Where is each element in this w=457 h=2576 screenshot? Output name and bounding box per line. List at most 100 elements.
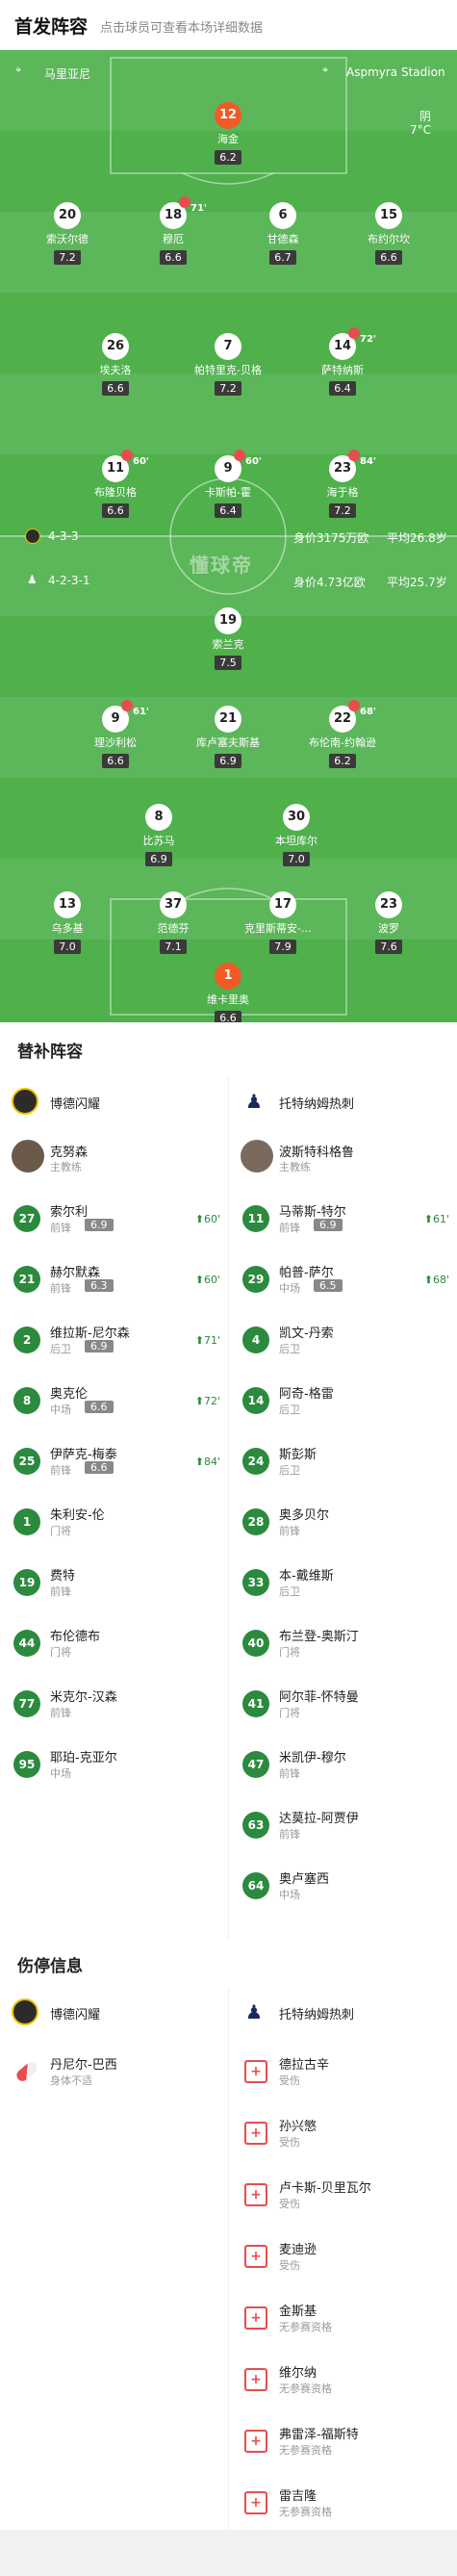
sub-player-row[interactable]: 64 奥卢塞西 中场	[229, 1855, 457, 1916]
sub-number: 1	[13, 1508, 40, 1535]
player-card[interactable]: 8 比苏马 6.9	[120, 804, 197, 866]
player-card[interactable]: 13 乌多基 7.0	[29, 891, 106, 954]
player-card[interactable]: 11 60' 布隆贝格 6.6	[77, 450, 154, 518]
subs-title: 替补阵容	[17, 1043, 83, 1062]
player-rating: 7.1	[160, 940, 187, 954]
sub-name: 米凯伊-穆尔	[279, 1751, 346, 1765]
player-number: 15	[375, 202, 402, 229]
sub-out-icon	[121, 450, 133, 461]
sub-number: 28	[242, 1508, 269, 1535]
injury-row[interactable]: + 弗雷泽-福斯特 无参赛资格	[229, 2410, 457, 2472]
sub-player-row[interactable]: 2 维拉斯-尼尔森 后卫 6.9 ⬆71'	[0, 1309, 228, 1370]
sub-player-row[interactable]: 1 朱利安-伦 门将	[0, 1491, 228, 1552]
injury-row[interactable]: + 麦迪逊 受伤	[229, 2226, 457, 2287]
injury-row[interactable]: + 德拉古辛 受伤	[229, 2041, 457, 2102]
player-card[interactable]: 9 60' 卡斯帕-霍 6.4	[190, 450, 267, 518]
sub-position: 门将	[50, 1646, 71, 1659]
player-card[interactable]: 37 范德芬 7.1	[135, 891, 212, 954]
sub-player-row[interactable]: 27 索尔利 前锋 6.9 ⬆60'	[0, 1188, 228, 1249]
sub-player-row[interactable]: 19 费特 前锋	[0, 1552, 228, 1612]
sub-position: 门将	[279, 1646, 300, 1659]
player-name: 理沙利松	[94, 736, 137, 749]
sub-number: 95	[13, 1751, 40, 1778]
player-card[interactable]: 21 库卢塞夫斯基 6.9	[190, 706, 267, 768]
player-card[interactable]: 22 68' 布伦南-约翰逊 6.2	[304, 700, 381, 768]
sub-position: 后卫	[279, 1464, 300, 1477]
away-coach[interactable]: 波斯特科格鲁 主教练	[229, 1128, 457, 1184]
player-card[interactable]: 18 71' 穆厄 6.6	[135, 196, 212, 265]
injury-row[interactable]: + 卢卡斯-贝里瓦尔 受伤	[229, 2164, 457, 2226]
sub-player-row[interactable]: 77 米克尔-汉森 前锋	[0, 1673, 228, 1734]
player-card[interactable]: 15 布约尔坎 6.6	[350, 202, 427, 265]
away-team-logo: ♟	[241, 1998, 267, 2025]
injury-row[interactable]: + 孙兴慜 受伤	[229, 2102, 457, 2164]
player-card[interactable]: 23 84' 海于格 7.2	[304, 450, 381, 518]
sub-player-row[interactable]: 63 达莫拉-阿贾伊 前锋	[229, 1794, 457, 1855]
injury-title: 伤停信息	[17, 1957, 83, 1976]
player-number: 30	[283, 804, 310, 831]
sub-player-row[interactable]: 11 马蒂斯-特尔 前锋 6.9 ⬆61'	[229, 1188, 457, 1249]
sub-rating: 6.9	[85, 1340, 114, 1352]
player-name: 埃夫洛	[99, 364, 132, 376]
player-number: 37	[160, 891, 187, 918]
player-name: 卡斯帕-霍	[205, 486, 251, 499]
home-team-name: 博德闪耀	[50, 2008, 101, 2022]
sub-player-row[interactable]: 25 伊萨克-梅泰 前锋 6.6 ⬆84'	[0, 1430, 228, 1491]
player-card[interactable]: 14 72' 萨特纳斯 6.4	[304, 327, 381, 396]
sub-number: 8	[13, 1387, 40, 1414]
player-card[interactable]: 6 甘德森 6.7	[244, 202, 321, 265]
player-name: 本坦库尔	[275, 835, 317, 847]
player-card[interactable]: 7 帕特里克-贝格 7.2	[190, 333, 267, 396]
sub-minute: 68'	[360, 707, 376, 717]
sub-player-row[interactable]: 33 本-戴维斯 后卫	[229, 1552, 457, 1612]
sub-player-row[interactable]: 14 阿奇-格雷 后卫	[229, 1370, 457, 1430]
sub-name: 费特	[50, 1569, 76, 1584]
sub-player-row[interactable]: 95 耶珀-克亚尔 中场	[0, 1734, 228, 1794]
sub-number: 40	[242, 1630, 269, 1657]
player-card[interactable]: 9 61' 理沙利松 6.6	[77, 700, 154, 768]
injury-row[interactable]: + 维尔纳 无参赛资格	[229, 2349, 457, 2410]
player-number: 23 84'	[329, 450, 376, 482]
sub-player-row[interactable]: 28 奥多贝尔 前锋	[229, 1491, 457, 1552]
home-coach[interactable]: 克努森 主教练	[0, 1128, 228, 1184]
sub-position: 中场	[279, 1889, 300, 1901]
injury-row[interactable]: + 金斯基 无参赛资格	[229, 2287, 457, 2349]
sub-position: 门将	[279, 1707, 300, 1719]
sub-player-row[interactable]: 40 布兰登-奥斯汀 门将	[229, 1612, 457, 1673]
sub-player-row[interactable]: 4 凯文-丹索 后卫	[229, 1309, 457, 1370]
sub-name: 赫尔默森	[50, 1266, 101, 1280]
player-card[interactable]: 1 维卡里奥 6.6	[190, 963, 267, 1022]
player-card[interactable]: 19 索兰克 7.5	[190, 607, 267, 670]
sub-in-minute: ⬆68'	[423, 1274, 449, 1286]
player-number: 23	[375, 891, 402, 918]
sub-player-row[interactable]: 24 斯彭斯 后卫	[229, 1430, 457, 1491]
player-number: 9 61'	[102, 700, 149, 733]
sub-player-row[interactable]: 41 阿尔菲-怀特曼 门将	[229, 1673, 457, 1734]
sub-player-row[interactable]: 29 帕普-萨尔 中场 6.5 ⬆68'	[229, 1249, 457, 1309]
sub-name: 米克尔-汉森	[50, 1690, 117, 1705]
player-number: 18 71'	[160, 196, 207, 229]
player-name: 比苏马	[142, 835, 175, 847]
sub-player-row[interactable]: 8 奥克伦 中场 6.6 ⬆72'	[0, 1370, 228, 1430]
sub-player-row[interactable]: 47 米凯伊-穆尔 前锋	[229, 1734, 457, 1794]
home-value: 身价3175万欧	[293, 531, 369, 545]
player-rating: 6.4	[329, 381, 356, 396]
player-card[interactable]: 23 波罗 7.6	[350, 891, 427, 954]
coach-avatar	[12, 1140, 44, 1172]
sub-player-row[interactable]: 21 赫尔默森 前锋 6.3 ⬆60'	[0, 1249, 228, 1309]
injury-row[interactable]: 丹尼尔-巴西 身体不适	[0, 2041, 228, 2102]
injury-row[interactable]: + 雷吉隆 无参赛资格	[229, 2472, 457, 2534]
injury-name: 丹尼尔-巴西	[50, 2058, 117, 2073]
player-rating: 7.2	[329, 503, 356, 518]
player-card[interactable]: 20 索沃尔德 7.2	[29, 202, 106, 265]
injury-name: 金斯基	[279, 2305, 317, 2319]
sub-position: 前锋	[279, 1525, 300, 1537]
sub-player-row[interactable]: 44 布伦德布 门将	[0, 1612, 228, 1673]
sub-rating: 6.5	[314, 1279, 343, 1292]
player-card[interactable]: 30 本坦库尔 7.0	[258, 804, 335, 866]
player-card[interactable]: 26 埃夫洛 6.6	[77, 333, 154, 396]
player-card[interactable]: 17 克里斯蒂安-罗... 7.9	[244, 891, 321, 954]
sub-name: 布伦德布	[50, 1630, 101, 1644]
player-card[interactable]: 12 海金 6.2	[190, 102, 267, 165]
sub-in-minute: ⬆84'	[194, 1455, 220, 1468]
